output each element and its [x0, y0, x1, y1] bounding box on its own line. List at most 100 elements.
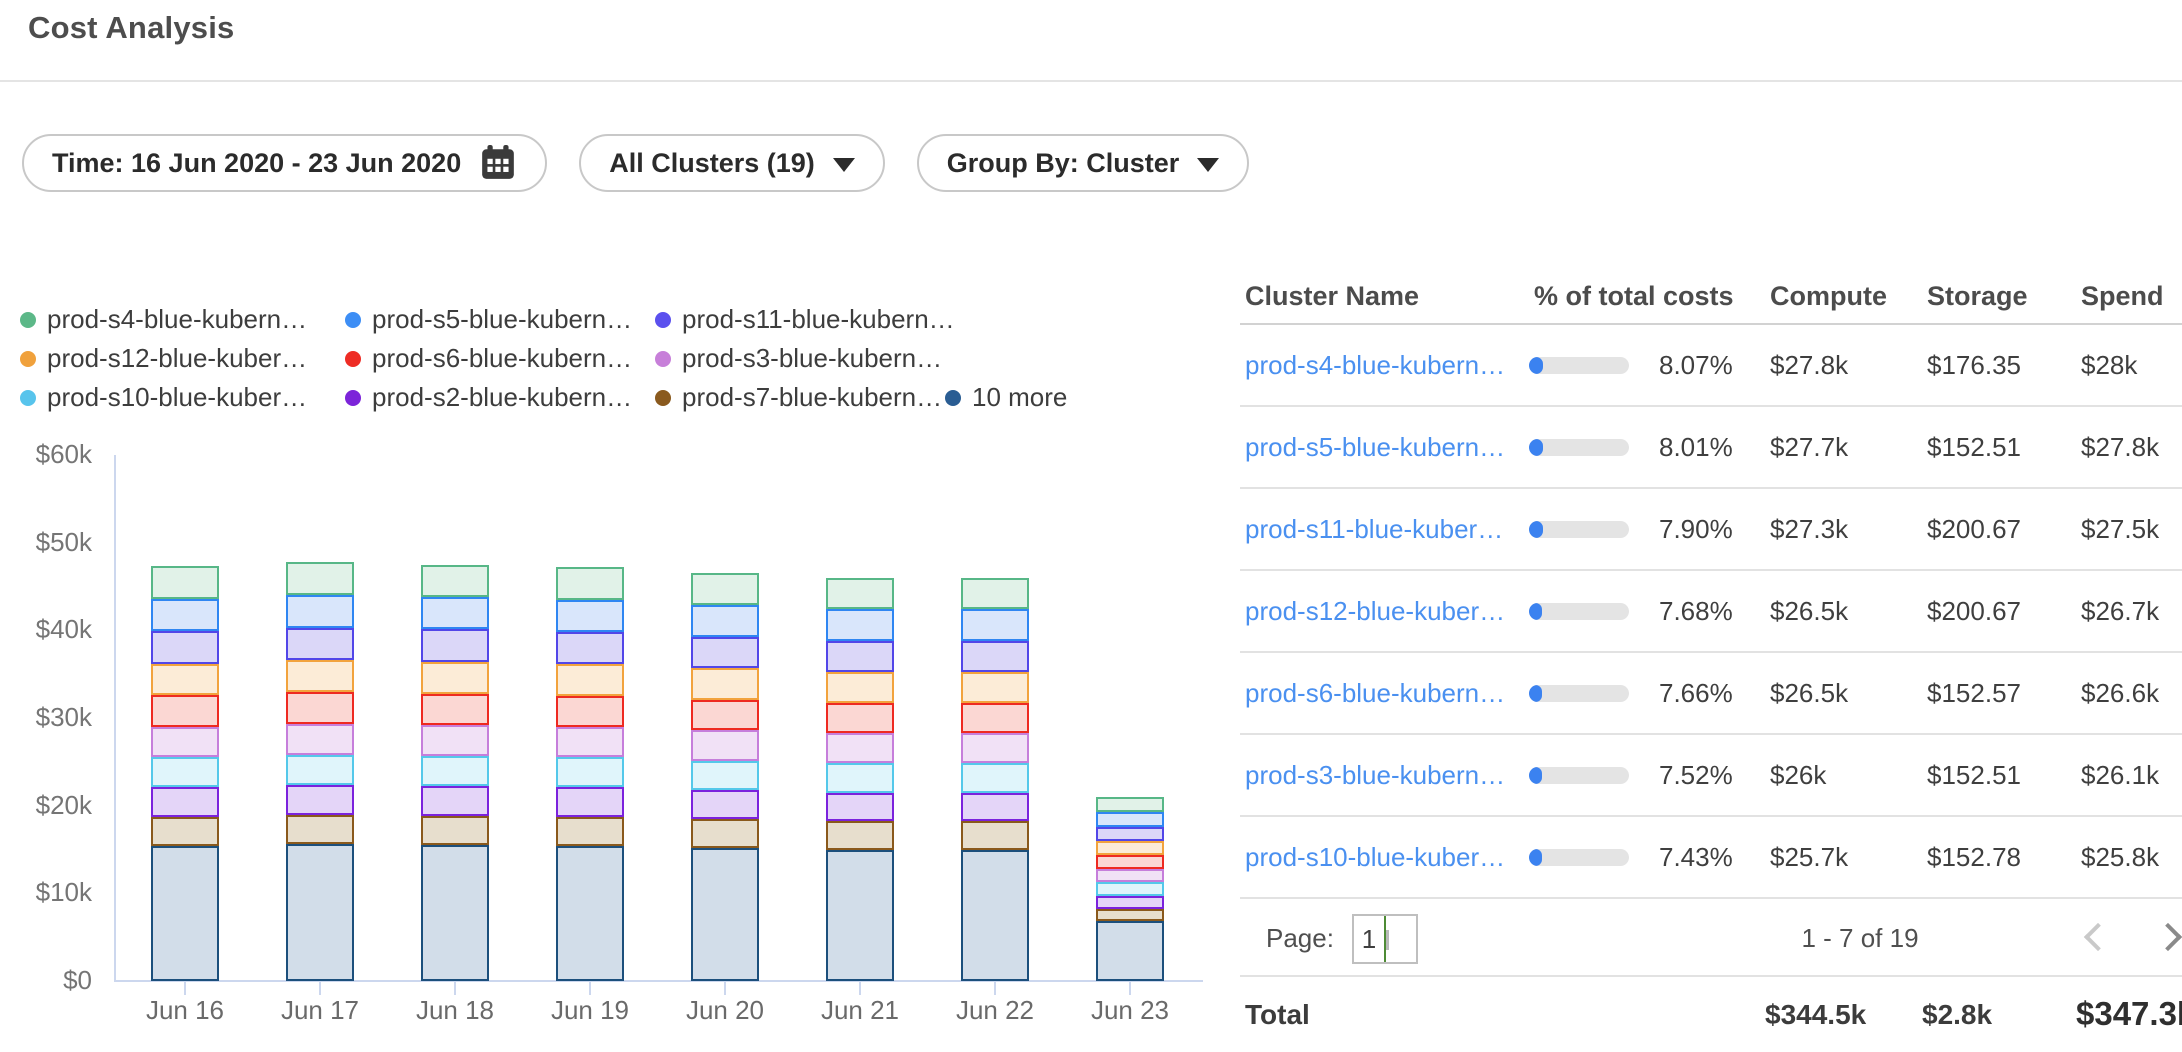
bar-segment[interactable]	[691, 605, 759, 637]
bar-segment[interactable]	[151, 817, 219, 846]
bar-segment[interactable]	[826, 609, 894, 641]
bar-segment[interactable]	[961, 641, 1029, 672]
bar-segment[interactable]	[151, 727, 219, 758]
bar-segment[interactable]	[1096, 797, 1164, 812]
bar-segment[interactable]	[421, 597, 489, 629]
cluster-name-link[interactable]: prod-s5-blue-kubern…	[1240, 432, 1529, 463]
bar-segment[interactable]	[1096, 882, 1164, 895]
legend-item[interactable]: prod-s3-blue-kubern…	[655, 343, 945, 374]
bar-segment[interactable]	[691, 668, 759, 699]
legend-item[interactable]: prod-s4-blue-kubern…	[20, 304, 345, 335]
bar-segment[interactable]	[421, 662, 489, 694]
bar-segment[interactable]	[961, 850, 1029, 982]
cluster-name-link[interactable]: prod-s3-blue-kubern…	[1240, 760, 1529, 791]
cluster-name-link[interactable]: prod-s10-blue-kuber…	[1240, 842, 1529, 873]
bar-segment[interactable]	[961, 763, 1029, 792]
bar-segment[interactable]	[961, 733, 1029, 763]
bar-segment[interactable]	[421, 629, 489, 661]
bar-segment[interactable]	[151, 787, 219, 817]
bar-segment[interactable]	[826, 578, 894, 610]
bar-segment[interactable]	[556, 632, 624, 664]
bar-segment[interactable]	[961, 672, 1029, 703]
chevron-right-icon[interactable]	[2154, 923, 2182, 951]
legend-item[interactable]: prod-s12-blue-kuber…	[20, 343, 345, 374]
bar-segment[interactable]	[556, 846, 624, 981]
bar-segment[interactable]	[826, 763, 894, 792]
bar-segment[interactable]	[691, 819, 759, 847]
bar-segment[interactable]	[826, 703, 894, 734]
bar-segment[interactable]	[826, 821, 894, 849]
bar-segment[interactable]	[826, 672, 894, 703]
chevron-left-icon[interactable]	[2084, 923, 2112, 951]
bar-segment[interactable]	[1096, 896, 1164, 909]
bar-segment[interactable]	[1096, 841, 1164, 855]
legend-item[interactable]: prod-s2-blue-kubern…	[345, 382, 655, 413]
bar-segment[interactable]	[421, 786, 489, 816]
bar-segment[interactable]	[421, 756, 489, 786]
bar-segment[interactable]	[286, 628, 354, 660]
bar-segment[interactable]	[286, 785, 354, 815]
bar-segment[interactable]	[286, 815, 354, 844]
bar-segment[interactable]	[826, 641, 894, 672]
bar-segment[interactable]	[556, 727, 624, 758]
bar-segment[interactable]	[151, 566, 219, 598]
bar-segment[interactable]	[421, 845, 489, 981]
bar-segment[interactable]	[556, 817, 624, 846]
bar-segment[interactable]	[556, 757, 624, 787]
bar-segment[interactable]	[826, 733, 894, 763]
page-select[interactable]: 1	[1352, 914, 1418, 964]
bar-segment[interactable]	[286, 595, 354, 628]
bar-segment[interactable]	[286, 692, 354, 724]
bar-segment[interactable]	[151, 631, 219, 663]
cluster-name-link[interactable]: prod-s12-blue-kuber…	[1240, 596, 1529, 627]
bar-segment[interactable]	[826, 793, 894, 822]
bar-segment[interactable]	[151, 664, 219, 696]
bar-segment[interactable]	[1096, 855, 1164, 869]
legend-item[interactable]: prod-s10-blue-kuber…	[20, 382, 345, 413]
legend-item[interactable]: prod-s5-blue-kubern…	[345, 304, 655, 335]
bar-segment[interactable]	[961, 609, 1029, 641]
bar-segment[interactable]	[151, 695, 219, 727]
bar-segment[interactable]	[1096, 869, 1164, 883]
bar-segment[interactable]	[556, 567, 624, 599]
bar-segment[interactable]	[151, 599, 219, 631]
bar-segment[interactable]	[691, 700, 759, 731]
bar-segment[interactable]	[556, 787, 624, 817]
bar-segment[interactable]	[286, 724, 354, 755]
bar-segment[interactable]	[151, 846, 219, 981]
bar-segment[interactable]	[961, 821, 1029, 849]
bar-segment[interactable]	[421, 565, 489, 597]
bar-segment[interactable]	[556, 696, 624, 727]
bar-segment[interactable]	[961, 793, 1029, 822]
bar-segment[interactable]	[691, 790, 759, 819]
bar-segment[interactable]	[421, 816, 489, 845]
bar-segment[interactable]	[691, 848, 759, 981]
bar-segment[interactable]	[286, 844, 354, 981]
legend-item[interactable]: prod-s7-blue-kubern…	[655, 382, 945, 413]
legend-item[interactable]: prod-s6-blue-kubern…	[345, 343, 655, 374]
bar-segment[interactable]	[151, 757, 219, 787]
bar-segment[interactable]	[691, 573, 759, 605]
bar-segment[interactable]	[1096, 812, 1164, 827]
bar-segment[interactable]	[691, 761, 759, 790]
cluster-name-link[interactable]: prod-s11-blue-kuber…	[1240, 514, 1529, 545]
bar-segment[interactable]	[421, 725, 489, 756]
bar-segment[interactable]	[1096, 909, 1164, 922]
legend-item[interactable]: prod-s11-blue-kubern…	[655, 304, 945, 335]
cluster-name-link[interactable]: prod-s4-blue-kubern…	[1240, 350, 1529, 381]
cluster-name-link[interactable]: prod-s6-blue-kubern…	[1240, 678, 1529, 709]
bar-segment[interactable]	[1096, 827, 1164, 841]
bar-segment[interactable]	[556, 600, 624, 632]
bar-segment[interactable]	[691, 637, 759, 669]
bar-segment[interactable]	[961, 703, 1029, 734]
bar-segment[interactable]	[286, 562, 354, 595]
bar-segment[interactable]	[961, 578, 1029, 610]
legend-item[interactable]: 10 more	[945, 382, 1067, 413]
bar-segment[interactable]	[286, 660, 354, 692]
bar-segment[interactable]	[691, 730, 759, 760]
bar-segment[interactable]	[826, 850, 894, 982]
bar-segment[interactable]	[286, 755, 354, 785]
bar-segment[interactable]	[1096, 921, 1164, 981]
bar-segment[interactable]	[556, 664, 624, 696]
bar-segment[interactable]	[421, 694, 489, 726]
